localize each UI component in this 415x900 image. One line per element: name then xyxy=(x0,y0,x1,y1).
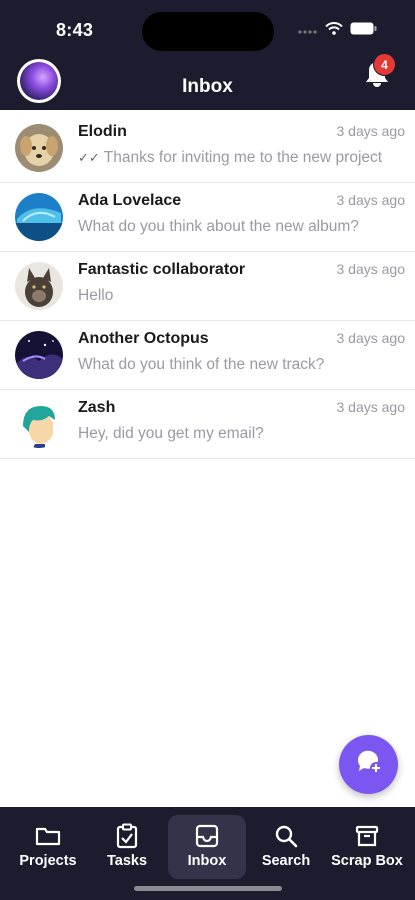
avatar xyxy=(15,262,63,310)
tab-label: Scrap Box xyxy=(331,853,403,869)
conversation-row[interactable]: Another Octopus 3 days ago What do you t… xyxy=(0,321,415,390)
tab-label: Inbox xyxy=(187,853,227,869)
dynamic-island xyxy=(142,12,274,51)
read-receipt-icon: ✓✓ xyxy=(78,150,100,165)
clipboard-check-icon xyxy=(116,823,138,849)
avatar xyxy=(15,193,63,241)
conversation-list: Elodin 3 days ago ✓✓ Thanks for inviting … xyxy=(0,114,415,459)
message-preview: ✓✓ Thanks for inviting me to the new proj… xyxy=(78,149,382,167)
notification-badge: 4 xyxy=(373,53,396,76)
tab-scrap-box[interactable]: Scrap Box xyxy=(328,815,406,879)
status-icons xyxy=(298,22,377,40)
conversation-row[interactable]: Elodin 3 days ago ✓✓ Thanks for inviting … xyxy=(0,114,415,183)
message-preview: What do you think of the new track? xyxy=(78,356,325,373)
tab-label: Projects xyxy=(19,853,77,869)
message-preview: Hello xyxy=(78,287,114,304)
message-preview-text: Thanks for inviting me to the new projec… xyxy=(103,149,383,166)
contact-name: Ada Lovelace xyxy=(78,192,182,209)
contact-name: Another Octopus xyxy=(78,330,209,347)
message-time: 3 days ago xyxy=(336,192,406,208)
message-preview: What do you think about the new album? xyxy=(78,218,359,235)
wifi-icon xyxy=(325,22,343,40)
message-time: 3 days ago xyxy=(336,399,406,415)
folder-icon xyxy=(35,823,61,849)
home-indicator xyxy=(134,886,282,891)
tab-search[interactable]: Search xyxy=(247,815,325,879)
tab-inbox[interactable]: Inbox xyxy=(168,815,246,879)
app-header: 8:43 Inbox 4 xyxy=(0,0,415,110)
avatar xyxy=(15,124,63,172)
conversation-row[interactable]: Ada Lovelace 3 days ago What do you thin… xyxy=(0,183,415,252)
contact-name: Elodin xyxy=(78,123,127,140)
status-time: 8:43 xyxy=(56,20,94,40)
contact-name: Zash xyxy=(78,399,116,416)
inbox-icon xyxy=(195,823,219,849)
avatar xyxy=(15,400,63,448)
message-preview: Hey, did you get my email? xyxy=(78,425,264,442)
tab-label: Tasks xyxy=(106,853,148,869)
search-icon xyxy=(274,823,298,849)
new-message-button[interactable] xyxy=(339,735,398,794)
avatar xyxy=(15,331,63,379)
new-chat-icon xyxy=(354,748,384,781)
message-time: 3 days ago xyxy=(336,261,406,277)
tab-tasks[interactable]: Tasks xyxy=(88,815,166,879)
tab-projects[interactable]: Projects xyxy=(9,815,87,879)
conversation-row[interactable]: Fantastic collaborator 3 days ago Hello xyxy=(0,252,415,321)
message-time: 3 days ago xyxy=(336,330,406,346)
archive-box-icon xyxy=(355,823,379,849)
battery-icon xyxy=(350,22,377,40)
page-title: Inbox xyxy=(182,76,233,97)
tab-label: Search xyxy=(261,853,311,869)
contact-name: Fantastic collaborator xyxy=(78,261,246,278)
message-time: 3 days ago xyxy=(336,123,406,139)
signal-icon xyxy=(298,22,318,40)
conversation-row[interactable]: Zash 3 days ago Hey, did you get my emai… xyxy=(0,390,415,459)
